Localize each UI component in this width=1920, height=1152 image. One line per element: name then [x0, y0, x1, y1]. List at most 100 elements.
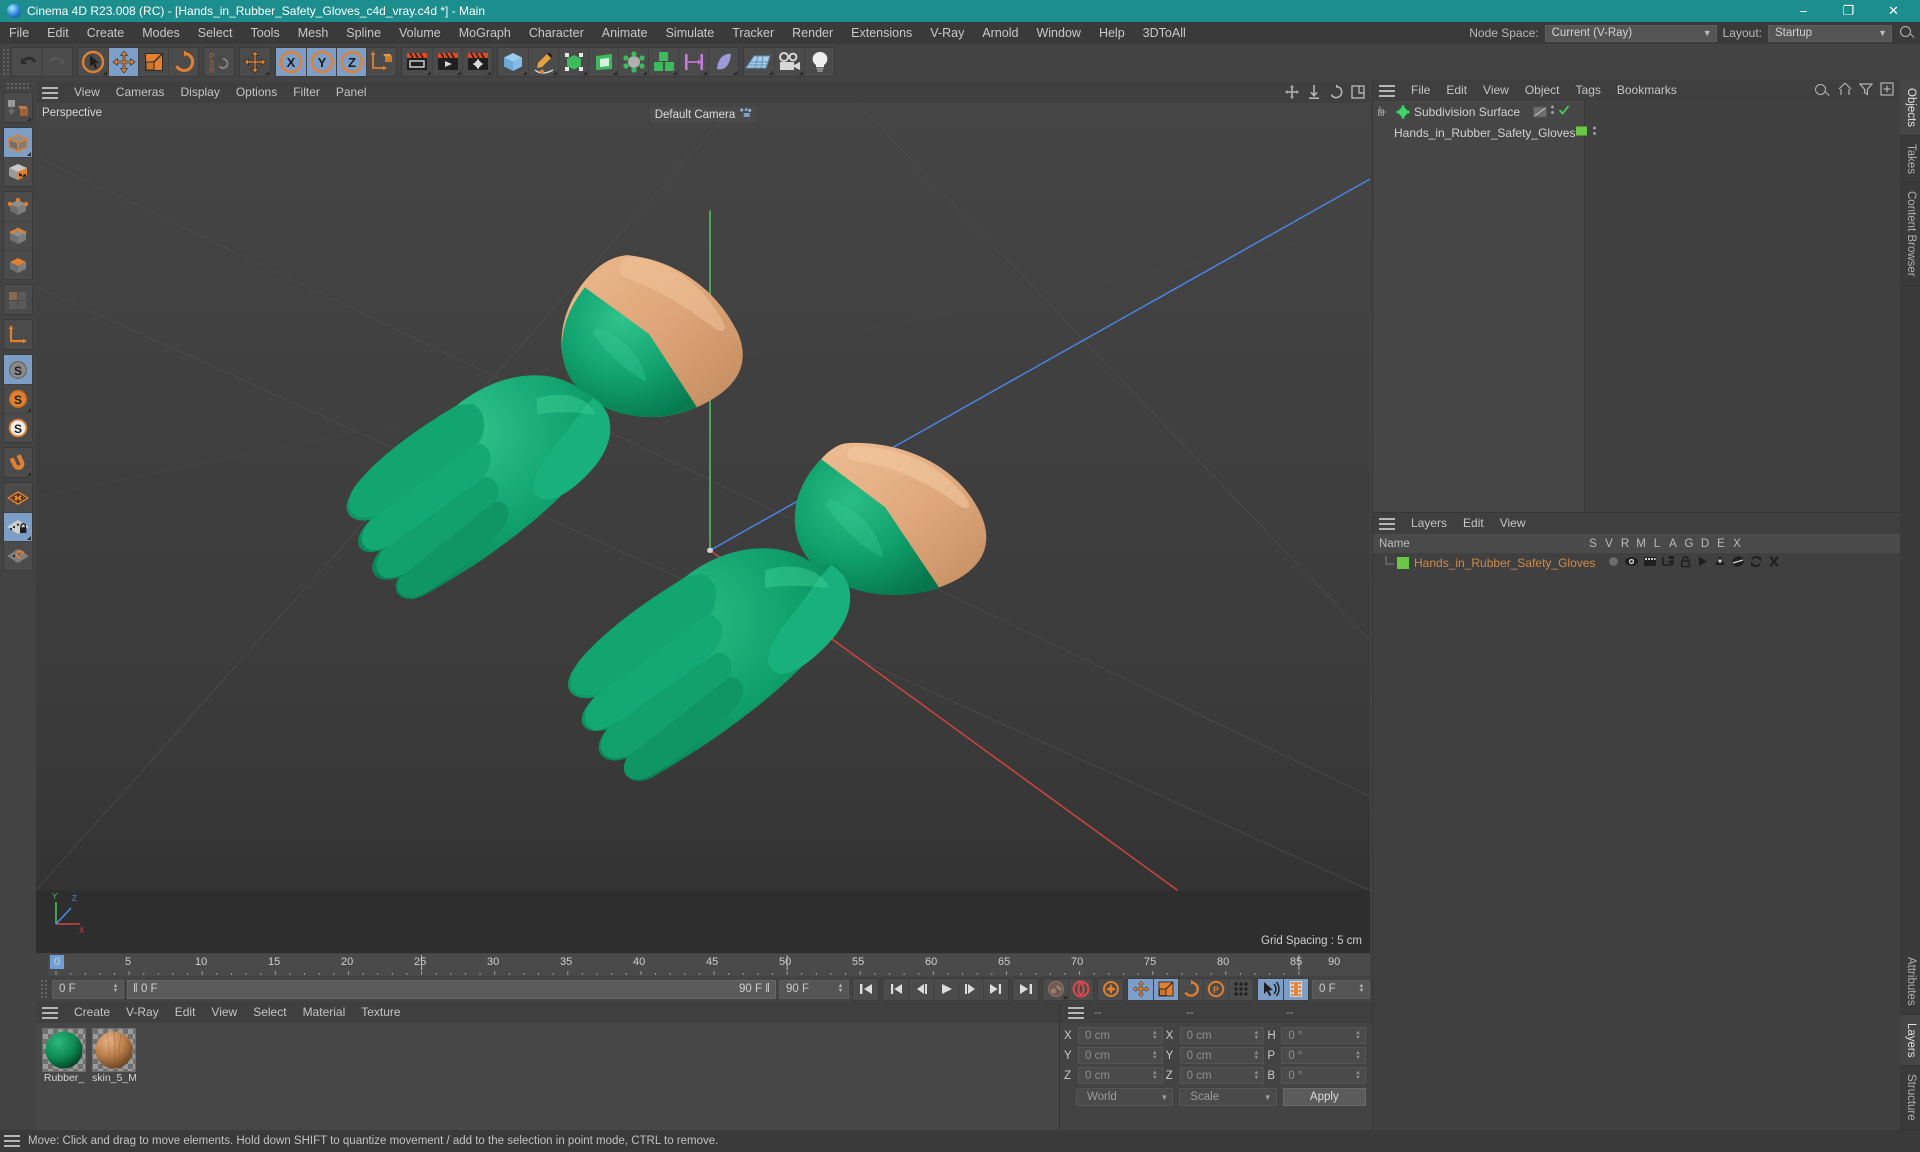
home-icon[interactable] [1838, 82, 1852, 99]
menu-item-render[interactable]: Render [783, 22, 842, 44]
menu-item-edit[interactable]: Edit [38, 22, 78, 44]
live-selection-button[interactable] [78, 48, 108, 76]
magnet-tool-button[interactable] [4, 448, 32, 477]
material-item[interactable]: skin_5_M [92, 1028, 136, 1084]
tab-attributes[interactable]: Attributes [1900, 949, 1920, 1015]
render-to-picture-viewer-button[interactable] [432, 48, 462, 76]
maximize-button[interactable]: ❐ [1826, 0, 1871, 22]
end-frame-field[interactable]: 90 F ▲ ▼ [779, 979, 849, 999]
scene-measure-button[interactable] [678, 48, 708, 76]
move-tool-button[interactable] [108, 48, 138, 76]
node-space-dropdown[interactable]: Current (V-Ray) ▼ [1544, 24, 1717, 42]
viewport-menu-panel[interactable]: Panel [328, 82, 375, 103]
toolbar-grip[interactable] [2, 48, 11, 76]
layers-col-r[interactable]: R [1617, 538, 1633, 550]
render-view-button[interactable] [402, 48, 432, 76]
scale-tool-button[interactable] [138, 48, 168, 76]
layout-dropdown[interactable]: Startup ▼ [1768, 24, 1892, 42]
tab-layers[interactable]: Layers [1900, 1014, 1920, 1067]
texture-mode-button[interactable] [4, 157, 32, 186]
timeline-ruler[interactable]: 0 5 10 15 20 25 30 35 40 45 50 55 60 65 … [48, 954, 1370, 976]
edges-mode-button[interactable] [4, 221, 32, 250]
material-menu-view[interactable]: View [203, 1002, 245, 1023]
array-button[interactable] [648, 48, 678, 76]
layers-col-v[interactable]: V [1601, 538, 1617, 550]
viewport-menu-filter[interactable]: Filter [285, 82, 328, 103]
uv-polygons-button[interactable] [4, 285, 32, 314]
menu-item-tracker[interactable]: Tracker [723, 22, 783, 44]
point-level-animation-button[interactable] [1228, 978, 1253, 1000]
left-toolbar-grip[interactable] [6, 82, 30, 90]
layer-render-icon[interactable] [1643, 555, 1657, 571]
layers-col-l[interactable]: L [1649, 538, 1665, 550]
filter-icon[interactable] [1858, 82, 1874, 99]
maximize-viewport-icon[interactable] [1350, 84, 1366, 103]
go-to-previous-key-button[interactable] [883, 979, 908, 1000]
scale-key-button[interactable] [1153, 978, 1178, 1000]
size-y-field[interactable]: 0 cm ▲ ▼ [1179, 1047, 1265, 1064]
layers-col-x[interactable]: X [1729, 538, 1745, 550]
material-menu-vray[interactable]: V-Ray [118, 1002, 167, 1023]
visibility-dots-icon[interactable] [1550, 103, 1555, 120]
stepper-icon[interactable]: ▲ ▼ [1150, 1030, 1160, 1041]
spline-pen-button[interactable] [528, 48, 558, 76]
tab-takes[interactable]: Takes [1900, 136, 1920, 184]
object-menu-view[interactable]: View [1475, 80, 1517, 101]
deformer-button[interactable] [588, 48, 618, 76]
stepper-icon[interactable]: ▲ ▼ [1251, 1030, 1261, 1041]
coord-mode-dropdown[interactable]: Scale ▼ [1179, 1088, 1277, 1106]
layers-col-m[interactable]: M [1633, 538, 1649, 550]
position-x-field[interactable]: 0 cm ▲ ▼ [1078, 1027, 1163, 1044]
viewport-menu-options[interactable]: Options [228, 82, 285, 103]
object-row-hands-in-rubber-safety-gloves[interactable]: Hands_in_Rubber_Safety_Gloves [1373, 122, 1597, 143]
step-back-button[interactable] [908, 978, 933, 1000]
tab-objects[interactable]: Objects [1900, 80, 1920, 136]
pan-view-icon[interactable] [1284, 84, 1300, 103]
render-settings-button[interactable] [462, 48, 492, 76]
material-menu-texture[interactable]: Texture [353, 1002, 408, 1023]
search-icon[interactable] [1898, 24, 1916, 42]
object-axis-s-button[interactable]: S [4, 355, 32, 384]
status-hamburger-icon[interactable] [4, 1135, 20, 1147]
snap-lock-button[interactable] [4, 512, 32, 541]
size-z-field[interactable]: 0 cm ▲ ▼ [1179, 1067, 1265, 1084]
light-button[interactable] [804, 48, 834, 76]
layers-menu-view[interactable]: View [1492, 513, 1534, 534]
layer-lock-icon[interactable] [1679, 555, 1692, 571]
layers-menu-edit[interactable]: Edit [1455, 513, 1492, 534]
parameter-key-button[interactable]: P [1203, 978, 1228, 1000]
go-to-end-button[interactable] [1013, 979, 1038, 1000]
menu-item-vray[interactable]: V-Ray [921, 22, 973, 44]
rotation-b-field[interactable]: 0 ° ▲ ▼ [1281, 1067, 1367, 1084]
layers-list[interactable]: Hands_in_Rubber_Safety_Gloves [1373, 553, 1900, 1130]
menu-item-tools[interactable]: Tools [242, 22, 289, 44]
enable-axis-button[interactable] [4, 320, 32, 349]
menu-item-volume[interactable]: Volume [390, 22, 450, 44]
stepper-icon[interactable]: ▲ ▼ [835, 983, 846, 994]
viewport-menu-display[interactable]: Display [172, 82, 227, 103]
apply-button[interactable]: Apply [1282, 1088, 1366, 1106]
snap-enable-button[interactable] [4, 483, 32, 512]
menu-item-select[interactable]: Select [189, 22, 242, 44]
position-key-button[interactable] [1128, 978, 1153, 1000]
viewport-3d[interactable]: Perspective Default Camera Y Z X Grid Sp… [36, 103, 1370, 953]
rotation-key-button[interactable] [1178, 978, 1203, 1000]
material-menu-material[interactable]: Material [295, 1002, 354, 1023]
object-axis-s2-button[interactable]: S [4, 384, 32, 413]
object-search-icon[interactable] [1813, 82, 1831, 100]
object-tree[interactable]: Subdivision Surface Hands_in_Rubber_Safe… [1373, 101, 1597, 512]
stepper-icon[interactable]: ▲ ▼ [1150, 1070, 1160, 1081]
right-frame-field[interactable]: 0 F ▲ ▼ [1312, 979, 1370, 999]
viewport-menu-view[interactable]: View [66, 82, 108, 103]
menu-item-simulate[interactable]: Simulate [657, 22, 724, 44]
menu-item-extensions[interactable]: Extensions [842, 22, 921, 44]
object-manager-hamburger-icon[interactable] [1379, 84, 1395, 97]
menu-item-window[interactable]: Window [1027, 22, 1089, 44]
menu-item-file[interactable]: File [0, 22, 38, 44]
world-axis-button[interactable] [240, 48, 270, 76]
menu-item-create[interactable]: Create [78, 22, 134, 44]
play-button[interactable] [933, 978, 958, 1000]
autokeying-button[interactable] [1043, 979, 1068, 1000]
model-mode-button[interactable] [4, 128, 32, 157]
menu-item-mesh[interactable]: Mesh [289, 22, 338, 44]
